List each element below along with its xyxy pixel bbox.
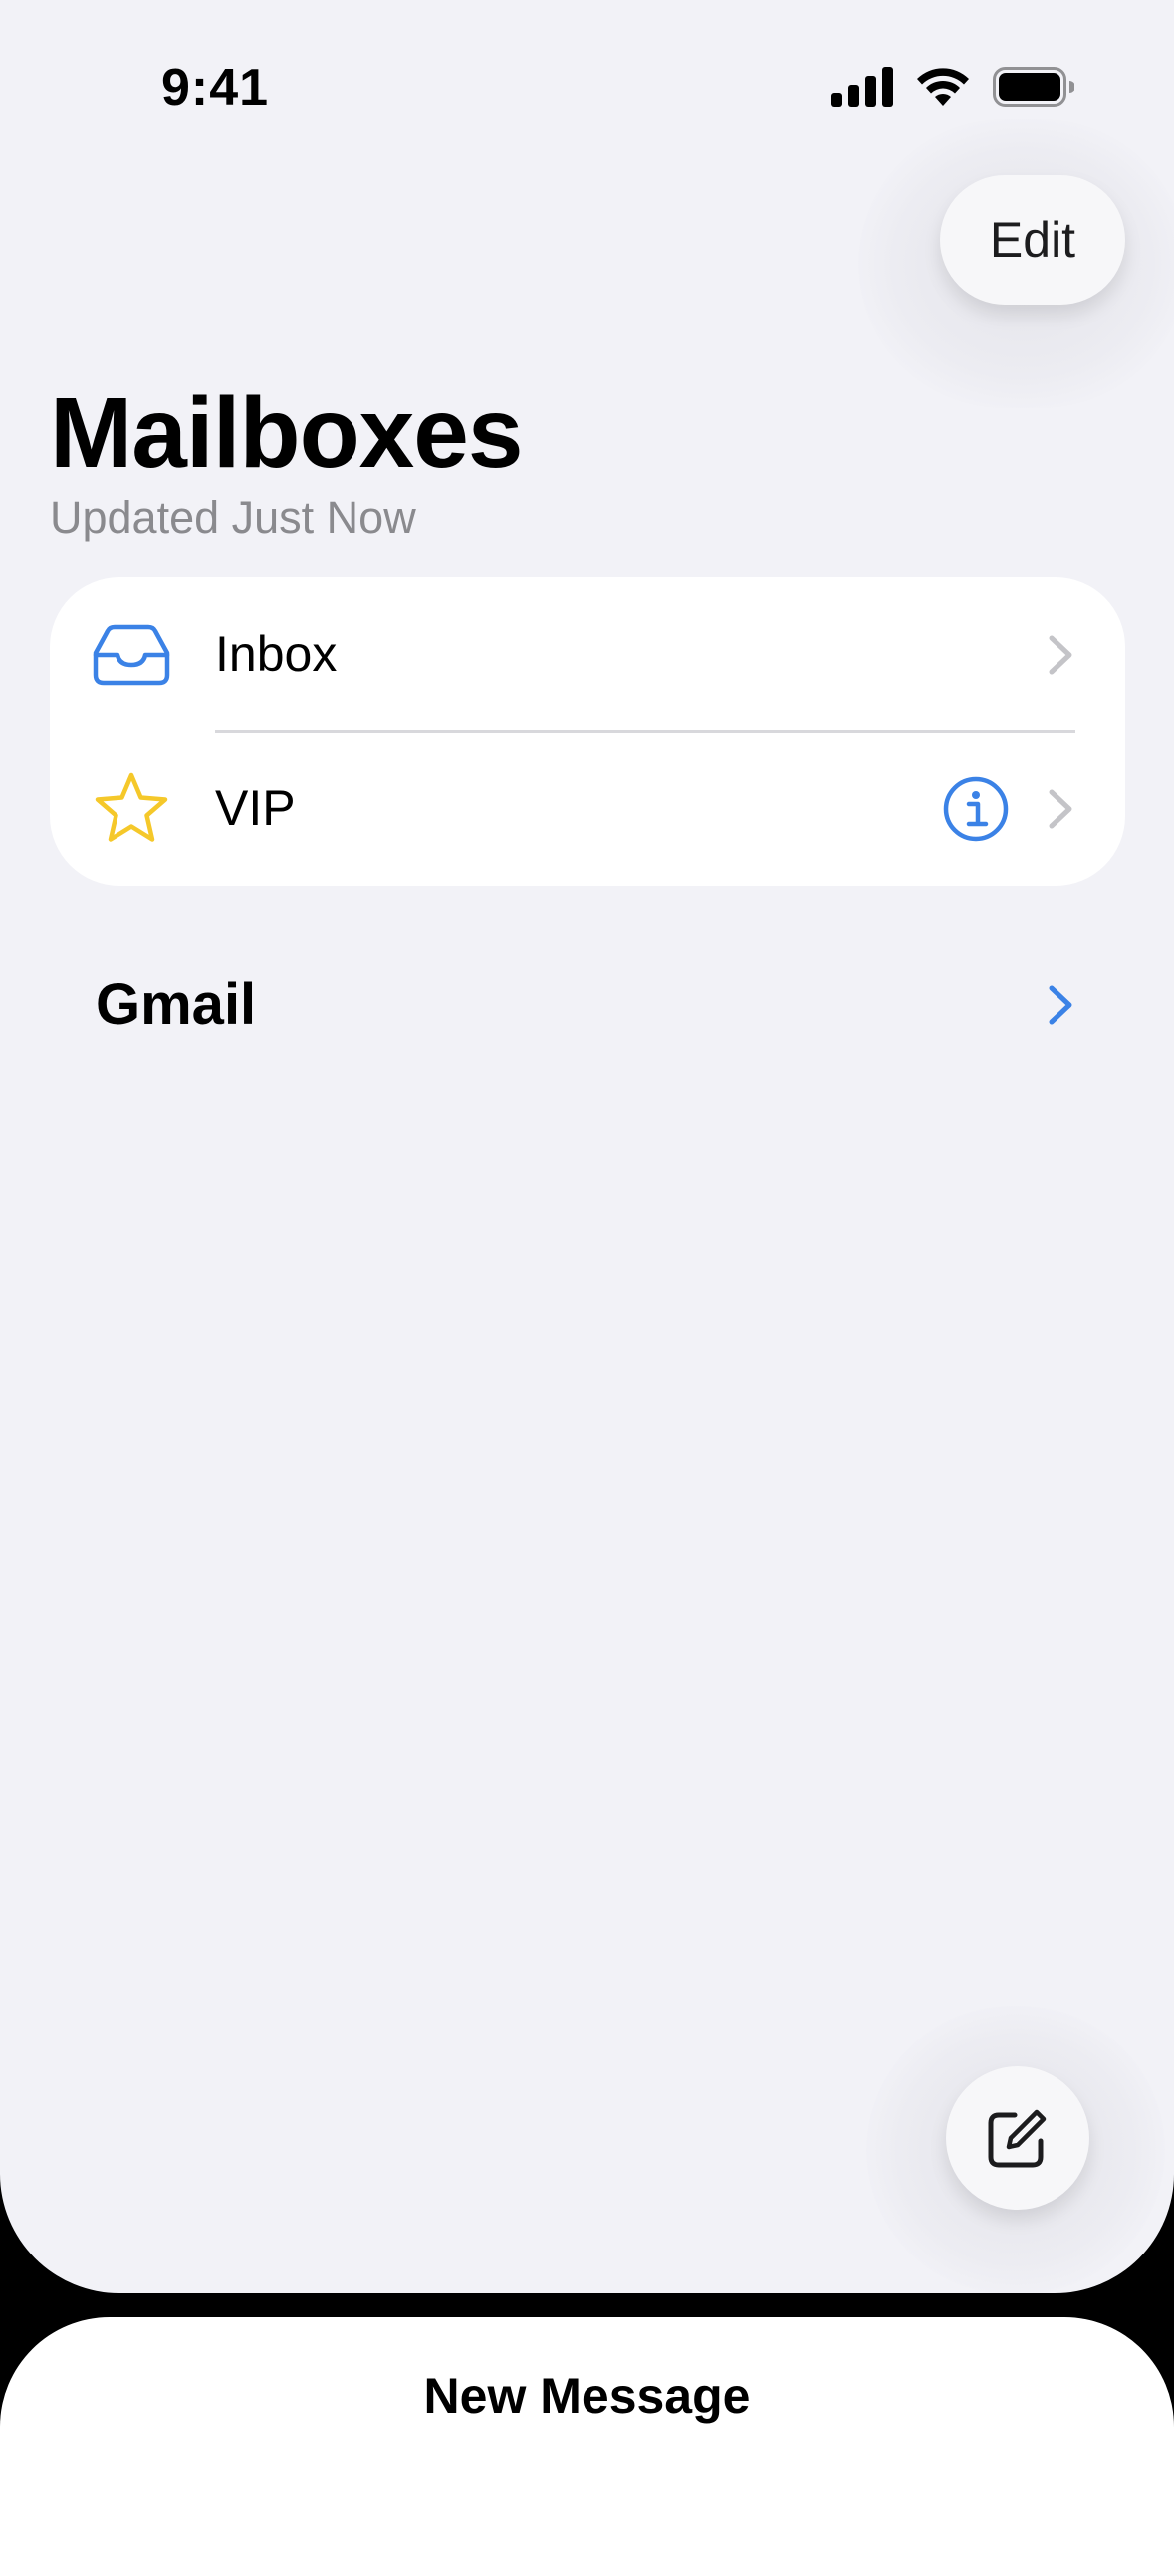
battery-icon <box>993 67 1074 107</box>
update-status: Updated Just Now <box>50 492 416 542</box>
mailbox-row-vip[interactable]: VIP <box>50 732 1125 886</box>
mailbox-list: Inbox VIP <box>50 577 1125 886</box>
mailbox-label-inbox: Inbox <box>215 626 338 682</box>
info-icon[interactable] <box>942 775 1010 843</box>
status-icons <box>831 66 1074 107</box>
chevron-right-icon <box>1049 789 1072 829</box>
edit-button[interactable]: Edit <box>940 175 1125 305</box>
status-time: 9:41 <box>161 59 270 116</box>
star-icon <box>95 772 168 842</box>
inbox-tray-icon <box>93 624 170 686</box>
chevron-right-icon <box>1049 985 1072 1025</box>
mailboxes-screen: 9:41 Edit Mailboxes Updated Just Now Inb… <box>0 0 1174 2293</box>
mailbox-label-vip: VIP <box>215 780 296 836</box>
page-title: Mailboxes <box>50 377 523 489</box>
account-section-gmail[interactable]: Gmail <box>96 956 1081 1055</box>
account-label-gmail: Gmail <box>96 972 257 1037</box>
mailbox-row-inbox[interactable]: Inbox <box>50 577 1125 733</box>
compose-icon <box>988 2109 1047 2168</box>
chevron-right-icon <box>1049 635 1072 675</box>
new-message-sheet[interactable]: New Message <box>0 2317 1174 2576</box>
wifi-icon <box>917 68 969 106</box>
cellular-signal-icon <box>831 67 893 107</box>
compose-button[interactable] <box>946 2066 1089 2210</box>
sheet-title: New Message <box>423 2368 751 2424</box>
